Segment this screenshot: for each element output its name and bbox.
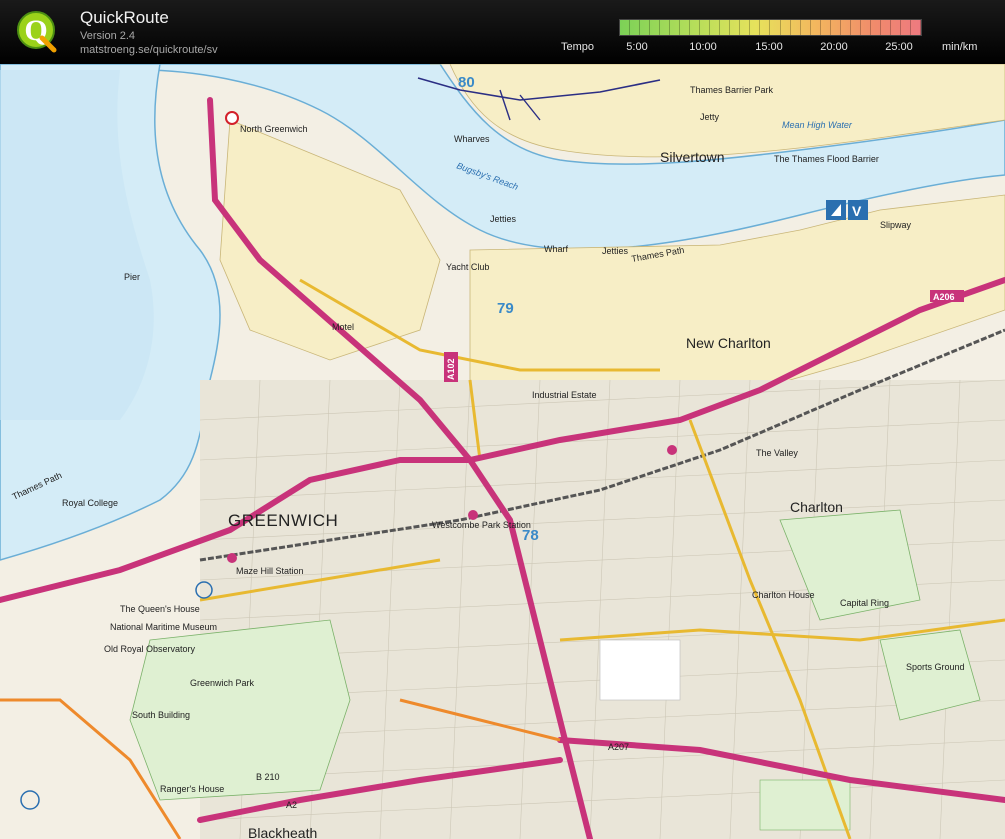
grid-number: 79 bbox=[497, 300, 514, 317]
ordnance-map[interactable]: 80 79 78 GREENWICH Charlton New Charlton… bbox=[0, 64, 1005, 839]
label-capital-ring: Capital Ring bbox=[840, 598, 889, 608]
label-north-greenwich: North Greenwich bbox=[240, 124, 308, 134]
label-blackheath: Blackheath bbox=[248, 825, 317, 839]
label-thames-flood-barrier: The Thames Flood Barrier bbox=[774, 154, 879, 164]
label-silvertown: Silvertown bbox=[660, 149, 725, 165]
road-label-b210: B 210 bbox=[256, 772, 280, 782]
map-viewport[interactable]: 80 79 78 GREENWICH Charlton New Charlton… bbox=[0, 64, 1005, 839]
tempo-unit: min/km bbox=[942, 41, 978, 53]
label-industrial-estate: Industrial Estate bbox=[532, 390, 597, 400]
school-grounds bbox=[599, 639, 681, 701]
app-title: QuickRoute bbox=[80, 8, 169, 27]
label-jetties-east: Jetties bbox=[602, 246, 629, 256]
label-wharf: Wharf bbox=[544, 244, 569, 254]
label-royal-college: Royal College bbox=[62, 498, 118, 508]
label-motel: Motel bbox=[332, 322, 354, 332]
label-maze-hill-station: Maze Hill Station bbox=[236, 566, 304, 576]
label-queens-house: The Queen's House bbox=[120, 604, 200, 614]
app-version: Version 2.4 bbox=[80, 30, 136, 42]
label-jetty: Jetty bbox=[700, 112, 720, 122]
label-national-maritime-museum: National Maritime Museum bbox=[110, 622, 217, 632]
app-header: Q QuickRoute Version 2.4 matstroeng.se/q… bbox=[0, 0, 1005, 64]
tempo-tick: 20:00 bbox=[820, 41, 848, 53]
label-greenwich-park: Greenwich Park bbox=[190, 678, 255, 688]
label-rangers-house: Ranger's House bbox=[160, 784, 224, 794]
label-thames-barrier-park: Thames Barrier Park bbox=[690, 85, 774, 95]
road-label-a206: A206 bbox=[933, 292, 955, 302]
label-mean-high-water: Mean High Water bbox=[782, 120, 853, 130]
tempo-tick: 15:00 bbox=[755, 41, 783, 53]
tempo-tick: 5:00 bbox=[626, 41, 648, 53]
quickroute-logo-icon: Q bbox=[17, 11, 57, 53]
road-label-a2: A2 bbox=[286, 800, 297, 810]
label-greenwich: GREENWICH bbox=[228, 511, 338, 530]
tempo-label: Tempo bbox=[561, 41, 595, 53]
app-url: matstroeng.se/quickroute/sv bbox=[80, 44, 218, 56]
label-charlton-house: Charlton House bbox=[752, 590, 815, 600]
label-slipway: Slipway bbox=[880, 220, 912, 230]
label-westcombe-park-station: Westcombe Park Station bbox=[432, 520, 531, 530]
grid-number: 80 bbox=[458, 74, 475, 91]
svg-text:V: V bbox=[852, 203, 862, 219]
label-new-charlton: New Charlton bbox=[686, 335, 771, 351]
road-label-a207: A207 bbox=[608, 742, 629, 752]
label-jetties: Jetties bbox=[490, 214, 517, 224]
tempo-tick: 25:00 bbox=[885, 41, 913, 53]
label-south-building: South Building bbox=[132, 710, 190, 720]
label-pier: Pier bbox=[124, 272, 140, 282]
label-the-valley: The Valley bbox=[756, 448, 798, 458]
label-charlton: Charlton bbox=[790, 499, 843, 515]
label-yacht-club: Yacht Club bbox=[446, 262, 489, 272]
label-wharves: Wharves bbox=[454, 134, 490, 144]
tempo-tick: 10:00 bbox=[689, 41, 717, 53]
road-label-a102: A102 bbox=[446, 358, 456, 380]
tempo-color-scale bbox=[619, 19, 922, 36]
label-old-royal-observatory: Old Royal Observatory bbox=[104, 644, 196, 654]
label-sports-ground: Sports Ground bbox=[906, 662, 965, 672]
